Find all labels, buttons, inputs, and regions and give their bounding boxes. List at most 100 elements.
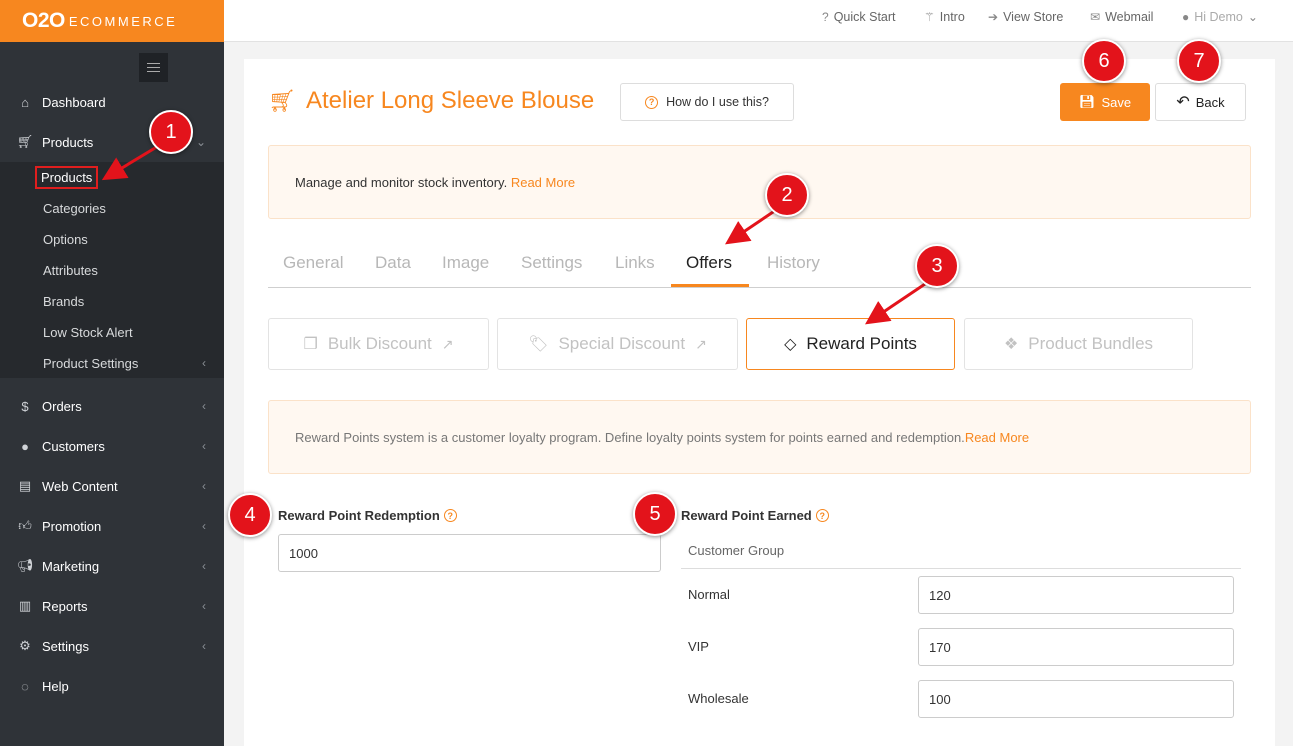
sidebar-item-label: Customers xyxy=(42,438,105,454)
redemption-input[interactable] xyxy=(278,534,661,572)
sidebar-item-dashboard[interactable]: ⌂ Dashboard xyxy=(0,82,224,122)
tag-icon: 🏷︎ xyxy=(528,336,549,353)
page-title: Atelier Long Sleeve Blouse xyxy=(306,87,595,114)
book-icon: ▤ xyxy=(18,478,32,493)
reward-info-text: Reward Points system is a customer loyal… xyxy=(295,429,965,445)
intro-link[interactable]: ⚚ Intro xyxy=(924,10,965,24)
product-bundles-label: Product Bundles xyxy=(1028,334,1154,353)
annotation-badge-4: 4 xyxy=(228,493,272,537)
chevron-down-icon: ⌄ xyxy=(1247,10,1258,24)
annotation-badge-2: 2 xyxy=(765,173,809,217)
sidebar-item-label: Reports xyxy=(42,598,88,614)
back-button[interactable]: ↶ Back xyxy=(1155,83,1246,121)
submenu-products[interactable]: Products xyxy=(35,166,99,189)
logo[interactable]: O2O ECOMMERCE xyxy=(0,0,224,42)
reward-points-info: Reward Points system is a customer loyal… xyxy=(268,400,1251,474)
special-discount-tab[interactable]: 🏷︎ Special Discount ↗ xyxy=(497,318,738,370)
webmail-link[interactable]: ✉ Webmail xyxy=(1090,10,1153,24)
gears-icon: ⚙ xyxy=(19,638,31,653)
diamond-icon: ◇ xyxy=(784,336,797,353)
earned-input-vip[interactable] xyxy=(918,628,1234,666)
inventory-notice: Manage and monitor stock inventory. Read… xyxy=(268,145,1251,219)
submenu-brands[interactable]: Brands xyxy=(43,294,84,309)
tab-history[interactable]: History xyxy=(767,253,820,273)
special-discount-label: Special Discount xyxy=(558,334,686,353)
user-icon: ● xyxy=(1182,10,1190,24)
group-name-normal: Normal xyxy=(688,587,730,602)
chevron-left-icon: ‹ xyxy=(202,439,206,453)
earned-label: Reward Point Earned ? xyxy=(681,508,829,523)
dollar-icon: $ xyxy=(21,398,29,414)
sidebar-item-orders[interactable]: $ Orders ‹ xyxy=(0,386,224,426)
tab-offers[interactable]: Offers xyxy=(686,253,732,273)
cart-icon: 🛒︎ xyxy=(268,88,296,113)
envelope-icon: ✉ xyxy=(1090,10,1101,24)
question-circle-icon[interactable]: ? xyxy=(443,509,457,522)
save-label: Save xyxy=(1101,94,1132,110)
submenu-categories[interactable]: Categories xyxy=(43,201,106,216)
sidebar-item-label: Dashboard xyxy=(42,94,106,110)
chevron-left-icon: ‹ xyxy=(202,599,206,613)
submenu-attributes[interactable]: Attributes xyxy=(43,263,98,278)
question-icon: ? xyxy=(822,10,829,24)
user-menu[interactable]: ● Hi Demo ⌄ xyxy=(1182,10,1258,24)
sidebar-item-settings[interactable]: ⚙ Settings ‹ xyxy=(0,626,224,666)
sidebar-item-label: Settings xyxy=(42,638,89,654)
webmail-label: Webmail xyxy=(1105,10,1154,24)
earned-input-normal[interactable] xyxy=(918,576,1234,614)
sidebar-item-reports[interactable]: ▥ Reports ‹ xyxy=(0,586,224,626)
tab-general[interactable]: General xyxy=(283,253,343,273)
notice-read-more-link[interactable]: Read More xyxy=(511,175,575,190)
external-link-icon: ↗ xyxy=(441,335,454,352)
sidebar-item-label: Products xyxy=(42,134,94,150)
save-button[interactable]: 💾︎ Save xyxy=(1060,83,1150,121)
chevron-left-icon: ‹ xyxy=(202,479,206,493)
sidebar-item-label: Promotion xyxy=(42,518,102,534)
view-store-label: View Store xyxy=(1003,10,1064,24)
cubes-icon: ❖ xyxy=(1003,336,1019,353)
question-circle-icon[interactable]: ? xyxy=(815,509,829,522)
bulk-discount-label: Bulk Discount xyxy=(327,334,432,353)
group-name-vip: VIP xyxy=(688,639,709,654)
reply-arrow-icon: ↶ xyxy=(1176,94,1190,111)
sidebar-item-web-content[interactable]: ▤ Web Content ‹ xyxy=(0,466,224,506)
magic-wand-icon: ⚚ xyxy=(924,10,935,24)
product-bundles-tab[interactable]: ❖ Product Bundles xyxy=(964,318,1193,370)
bulk-discount-tab[interactable]: ❐ Bulk Discount ↗ xyxy=(268,318,489,370)
quick-start-link[interactable]: ? Quick Start xyxy=(822,10,896,24)
question-circle-icon: ? xyxy=(645,95,659,109)
chevron-left-icon: ‹ xyxy=(202,519,206,533)
intro-label: Intro xyxy=(939,10,965,24)
external-link-icon: ↗ xyxy=(695,335,707,352)
home-icon: ⌂ xyxy=(21,94,29,110)
chevron-left-icon: ‹ xyxy=(202,559,206,573)
reward-read-more-link[interactable]: Read More xyxy=(965,430,1029,445)
earned-input-wholesale[interactable] xyxy=(918,680,1234,718)
sidebar-item-marketing[interactable]: 📢︎ Marketing ‹ xyxy=(0,546,224,586)
bullhorn-icon: 📢︎ xyxy=(16,558,34,573)
sidebar-item-help[interactable]: ◌ Help xyxy=(0,666,224,706)
submenu-product-settings[interactable]: Product Settings xyxy=(43,356,138,371)
tab-links[interactable]: Links xyxy=(615,253,655,273)
top-bar: ? Quick Start ⚚ Intro ➔ View Store ✉ Web… xyxy=(224,0,1293,42)
active-tab-indicator xyxy=(671,284,749,287)
view-store-link[interactable]: ➔ View Store xyxy=(988,10,1063,24)
tab-data[interactable]: Data xyxy=(375,253,411,273)
reward-points-tab[interactable]: ◇ Reward Points xyxy=(746,318,955,370)
product-tabs: General Data Image Settings Links Offers… xyxy=(268,243,1251,288)
tab-image[interactable]: Image xyxy=(442,253,489,273)
tab-settings[interactable]: Settings xyxy=(521,253,582,273)
sidebar-item-label: Marketing xyxy=(42,558,100,574)
menu-toggle-icon[interactable] xyxy=(139,53,168,82)
sidebar-item-promotion[interactable]: 👍︎ Promotion ‹ xyxy=(0,506,224,546)
user-name: Hi Demo xyxy=(1194,10,1243,24)
redemption-label: Reward Point Redemption ? xyxy=(278,508,457,523)
how-to-use-button[interactable]: ? How do I use this? xyxy=(620,83,794,121)
back-label: Back xyxy=(1195,94,1225,110)
submenu-options[interactable]: Options xyxy=(43,232,88,247)
submenu-low-stock-alert[interactable]: Low Stock Alert xyxy=(43,325,133,340)
page-header: 🛒︎ Atelier Long Sleeve Blouse xyxy=(268,87,594,115)
sidebar-item-customers[interactable]: ● Customers ‹ xyxy=(0,426,224,466)
reward-points-label: Reward Points xyxy=(806,334,917,353)
sign-in-icon: ➔ xyxy=(988,10,999,24)
